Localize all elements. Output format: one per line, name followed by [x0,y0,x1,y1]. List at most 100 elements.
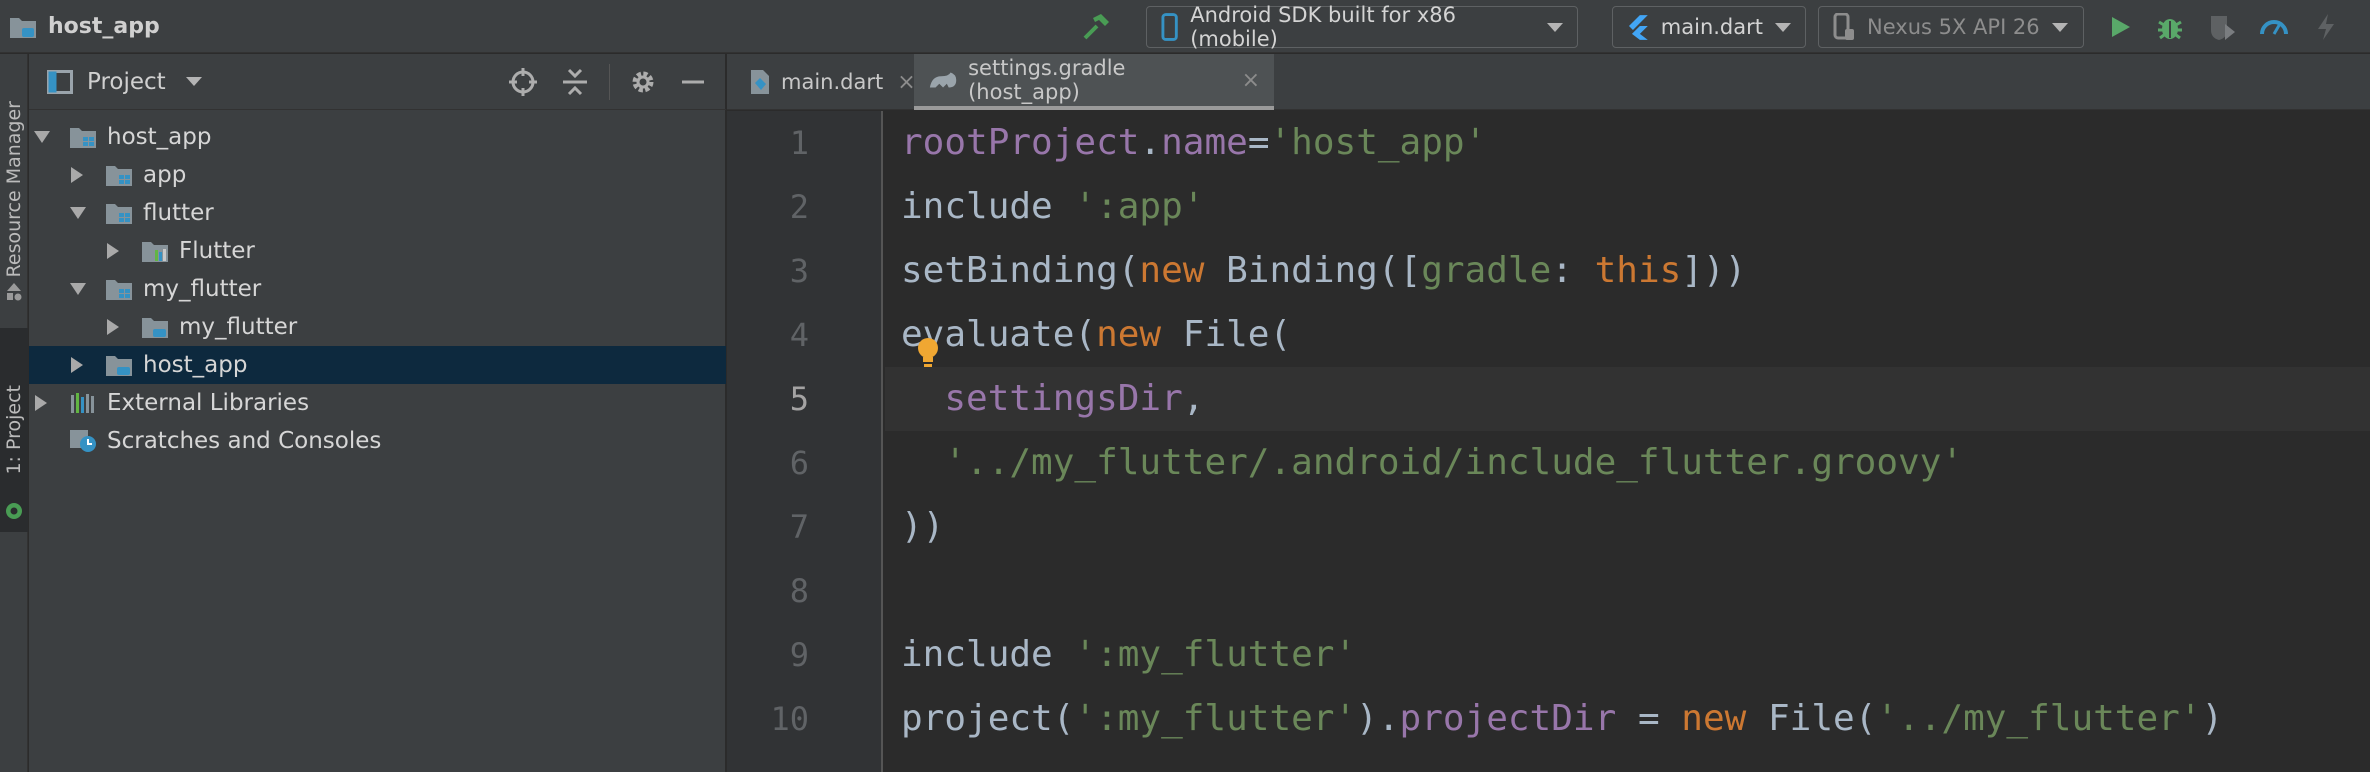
profile-icon[interactable] [2258,11,2290,43]
code-token: projectDir [1399,698,1617,739]
tab-resource-manager[interactable]: Resource Manager [0,74,28,304]
code-token: : [1551,250,1595,291]
project-panel: Project host_app app flutter Flutter my_… [29,54,726,772]
code-line[interactable]: evaluate(new File( [885,303,2370,367]
code-token: name [1161,122,1248,163]
chevron-down-icon[interactable] [70,207,86,219]
tree-node-app[interactable]: app [29,156,726,194]
tree-node-my-flutter[interactable]: my_flutter [29,270,726,308]
tree-node-label: my_flutter [143,276,262,302]
avd-selector[interactable]: Nexus 5X API 26 [1818,6,2084,48]
device-icon [1833,13,1854,40]
code-token: File( [1182,314,1292,355]
close-icon[interactable]: × [897,70,915,95]
chevron-right-icon[interactable] [35,395,47,411]
code-line[interactable]: setBinding(new Binding([gradle: this])) [885,239,2370,303]
code-token: ':my_flutter' [1074,634,1357,675]
apply-changes-icon[interactable] [2310,11,2342,43]
code-line[interactable]: settingsDir, [885,367,2370,431]
chevron-right-icon[interactable] [71,357,83,373]
coverage-icon[interactable] [2206,11,2238,43]
tree-node-flutter[interactable]: flutter [29,194,726,232]
project-panel-title: Project [87,68,166,95]
code-token: new [1681,698,1768,739]
minimize-icon[interactable] [677,66,709,98]
chevron-down-icon[interactable] [34,131,50,143]
lightbulb-icon[interactable] [913,335,943,371]
line-number: 6 [789,444,809,482]
editor-tabs: main.dart × settings.gradle (host_app) × [727,54,2370,110]
navigation-bar: host_app Android SDK built for x86 (mobi… [0,0,2370,53]
code-token: '../my_flutter/.android/include_flutter.… [944,442,1964,483]
code-token: ). [1356,698,1400,739]
run-icon[interactable] [2104,11,2136,43]
code-editor[interactable]: rootProject.name='host_app' include ':app… [885,111,2370,772]
code-token: File( [1768,698,1877,739]
tree-node-label: Scratches and Consoles [107,428,382,454]
chevron-right-icon[interactable] [107,243,119,259]
breadcrumb[interactable]: host_app [8,0,160,53]
code-token: '../my_flutter' [1876,698,2202,739]
locate-icon[interactable] [507,66,539,98]
tree-node-label: Flutter [179,238,255,264]
code-token: new [1139,250,1227,291]
tool-window-strip: Resource Manager 1: Project [0,54,28,772]
tree-node-flutter-lib[interactable]: Flutter [29,232,726,270]
phone-icon [1161,13,1178,41]
tree-node-host-app-folder[interactable]: host_app [29,346,726,384]
divider [609,64,610,100]
code-line[interactable]: )) [885,495,2370,559]
tree-node-external-libraries[interactable]: External Libraries [29,384,726,422]
code-token: setBinding( [901,250,1140,291]
hammer-icon[interactable] [1080,11,1112,43]
gradle-icon [929,72,957,88]
library-folder-icon [142,242,168,262]
code-token: rootProject [901,122,1140,163]
device-selector[interactable]: Android SDK built for x86 (mobile) [1146,3,1578,51]
line-number-current: 5 [789,380,809,418]
code-token: . [1139,122,1162,163]
code-token: this [1594,250,1682,291]
chevron-down-icon [1775,22,1791,32]
android-icon [0,498,28,524]
code-line[interactable] [885,559,2370,623]
code-token: = [1616,698,1682,739]
chevron-down-icon[interactable] [70,283,86,295]
code-token: ':my_flutter' [1074,698,1357,739]
code-line[interactable]: project(':my_flutter').projectDir = new … [885,687,2370,751]
tab-label: settings.gradle (host_app) [968,56,1126,104]
debug-icon[interactable] [2154,11,2186,43]
breadcrumb-project: host_app [48,14,160,39]
tab-label: main.dart [781,70,884,94]
tree-node-my-flutter-folder[interactable]: my_flutter [29,308,726,346]
tab-project-label: 1: Project [3,385,25,475]
run-config-selector[interactable]: main.dart [1612,6,1806,48]
tree-node-scratches[interactable]: Scratches and Consoles [29,422,726,460]
tab-main-dart[interactable]: main.dart × [735,54,930,110]
code-token: = [1247,122,1270,163]
flutter-folder-icon [142,318,168,338]
chevron-right-icon[interactable] [107,319,119,335]
dart-file-icon [751,70,769,94]
close-icon[interactable]: × [1242,68,1260,93]
run-config-label: main.dart [1660,15,1763,39]
code-line[interactable]: rootProject.name='host_app' [885,111,2370,175]
code-token: )) [901,506,945,547]
code-line[interactable]: include ':my_flutter' [885,623,2370,687]
line-number: 10 [770,700,809,738]
gear-icon[interactable] [627,66,659,98]
collapse-all-icon[interactable] [559,66,591,98]
chevron-right-icon[interactable] [71,167,83,183]
project-folder-icon [10,17,36,38]
code-line[interactable]: include ':app' [885,175,2370,239]
tree-node-label: flutter [143,200,214,226]
tree-node-host-app[interactable]: host_app [29,118,726,156]
line-number: 8 [789,572,809,610]
project-panel-header: Project [29,54,726,110]
device-selector-label: Android SDK built for x86 (mobile) [1190,3,1456,51]
tab-settings-gradle[interactable]: settings.gradle (host_app) × [914,54,1274,110]
code-line[interactable]: '../my_flutter/.android/include_flutter.… [885,431,2370,495]
project-view-selector[interactable]: Project [47,69,202,95]
